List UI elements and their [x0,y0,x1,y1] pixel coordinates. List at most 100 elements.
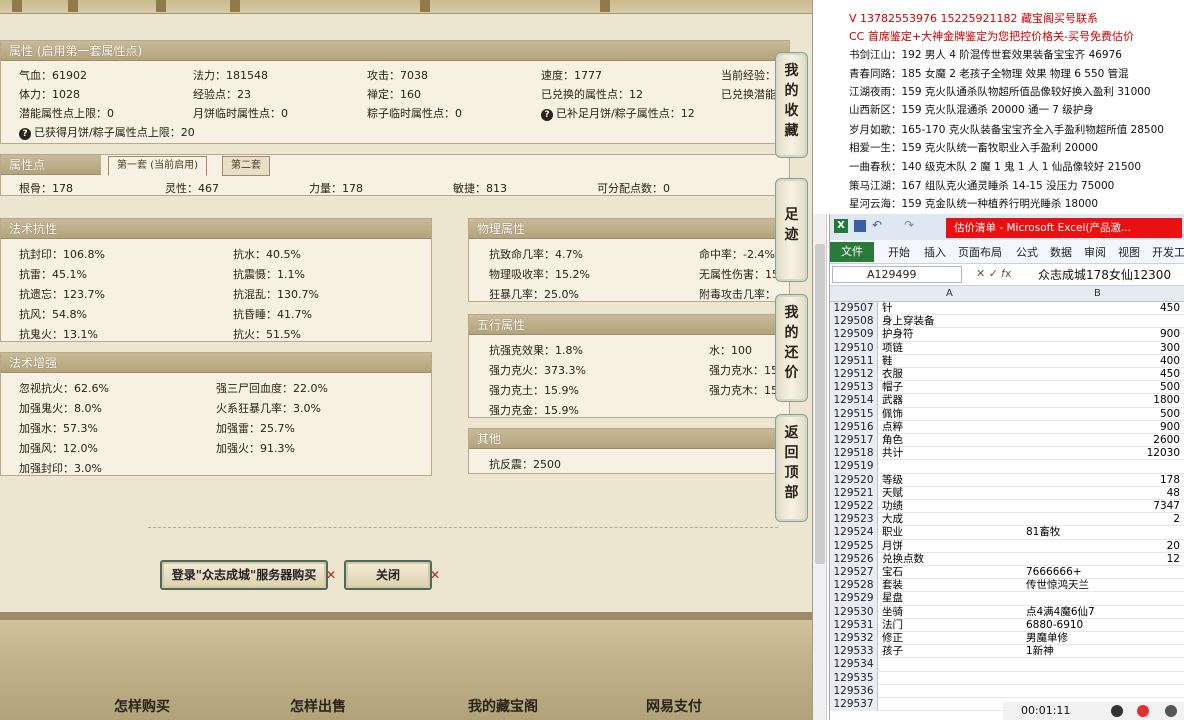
sheet-row[interactable]: 129515 佩饰 500 [830,407,1184,421]
ribbon-tab[interactable]: 视图 [1118,244,1140,260]
cell-a[interactable]: 项链 [882,342,903,355]
sheet-row[interactable]: 129520 等级 178 [830,473,1184,487]
cell-a[interactable]: 修正 [882,632,903,645]
row-number[interactable]: 129516 [830,420,878,434]
record-icon[interactable] [1137,705,1149,717]
row-number[interactable]: 129519 [830,460,878,474]
cell-a[interactable]: 帽子 [882,381,903,394]
sheet-row[interactable]: 129533 孩子 1新神 [830,645,1184,659]
row-number[interactable]: 129528 [830,579,878,593]
tab-first-set[interactable]: 第一套 (当前启用) [108,156,207,176]
row-number[interactable]: 129535 [830,671,878,685]
sheet-row[interactable]: 129535 [830,671,1184,685]
sheet-row[interactable]: 129531 法门 6880-6910 [830,618,1184,632]
ribbon-tab[interactable]: 开始 [888,244,910,260]
sheet-row[interactable]: 129514 武器 1800 [830,394,1184,408]
fx-icon[interactable]: ✕ ✓ 𝑓x [976,267,1011,281]
login-buy-button[interactable]: 登录"众志成城"服务器购买 ✕ [160,560,336,590]
cell-b[interactable]: 450 [1026,368,1180,381]
redo-icon[interactable]: ↷ [904,218,914,232]
sheet-row[interactable]: 129521 天赋 48 [830,486,1184,500]
cell-a[interactable]: 套装 [882,579,903,592]
row-number[interactable]: 129525 [830,539,878,553]
cell-a[interactable]: 宝石 [882,566,903,579]
cell-b[interactable]: 12030 [1026,447,1180,460]
cell-a[interactable]: 职业 [882,526,903,539]
nav-footprints[interactable]: 足迹 [775,178,808,282]
save-icon[interactable] [854,220,866,232]
cell-b[interactable]: 178 [1026,474,1180,487]
row-number[interactable]: 129526 [830,552,878,566]
sheet-row[interactable]: 129532 修正 男魔单修 [830,632,1184,646]
cell-a[interactable]: 点粹 [882,421,903,434]
cell-b[interactable]: 12 [1026,553,1180,566]
cell-b[interactable]: 1新神 [1026,645,1180,658]
row-number[interactable]: 129534 [830,658,878,672]
cell-a[interactable]: 坐骑 [882,606,903,619]
cell-b[interactable]: 男魔单修 [1026,632,1180,645]
row-number[interactable]: 129521 [830,486,878,500]
cell-b[interactable]: 900 [1026,328,1180,341]
cell-b[interactable]: 400 [1026,355,1180,368]
ribbon-tab[interactable]: 数据 [1050,244,1072,260]
cell-a[interactable]: 等级 [882,474,903,487]
cell-a[interactable]: 衣服 [882,368,903,381]
cell-a[interactable]: 功绩 [882,500,903,513]
column-header-a[interactable]: A [946,288,953,299]
row-number[interactable]: 129523 [830,513,878,527]
cell-b[interactable]: 传世惊鸿天兰 [1026,579,1180,592]
vertical-scrollbar[interactable] [813,214,827,720]
row-number[interactable]: 129533 [830,645,878,659]
sheet-row[interactable]: 129511 鞋 400 [830,354,1184,368]
cell-b[interactable]: 2600 [1026,434,1180,447]
sheet-row[interactable]: 129507 针 450 [830,302,1184,316]
cell-a[interactable]: 星盘 [882,592,903,605]
cell-b[interactable]: 7666666+ [1026,566,1180,579]
formula-input[interactable]: 众志成城178女仙12300 [1038,266,1171,283]
sheet-row[interactable]: 129527 宝石 7666666+ [830,566,1184,580]
row-number[interactable]: 129537 [830,698,878,711]
row-number[interactable]: 129527 [830,566,878,579]
row-number[interactable]: 129511 [830,354,878,368]
nav-my-counter-offers[interactable]: 我的还价 [775,294,808,402]
ribbon-tab[interactable]: 页面布局 [958,244,1002,260]
cell-a[interactable]: 护身符 [882,328,914,341]
sheet-row[interactable]: 129529 星盘 [830,592,1184,606]
cell-b[interactable]: 500 [1026,381,1180,394]
row-number[interactable]: 129510 [830,341,878,355]
cell-b[interactable]: 1800 [1026,394,1180,407]
camera-icon[interactable] [1165,705,1177,717]
row-number[interactable]: 129532 [830,632,878,645]
cell-b[interactable]: 900 [1026,421,1180,434]
sheet-row[interactable]: 129519 [830,460,1184,474]
undo-icon[interactable]: ↶ [872,218,882,232]
cell-a[interactable]: 武器 [882,394,903,407]
row-number[interactable]: 129518 [830,447,878,461]
cell-a[interactable]: 共计 [882,447,903,460]
cell-b[interactable]: 500 [1026,408,1180,421]
sheet-row[interactable]: 129525 月饼 20 [830,539,1184,553]
close-button[interactable]: 关闭 ✕ [344,560,440,590]
row-number[interactable]: 129517 [830,434,878,447]
pause-icon[interactable] [1111,705,1123,717]
cell-b[interactable]: 450 [1026,302,1180,315]
sheet-row[interactable]: 129509 护身符 900 [830,328,1184,342]
row-number[interactable]: 129515 [830,407,878,421]
footer-link-netease-pay[interactable]: 网易支付 [646,696,702,716]
sheet-row[interactable]: 129508 身上穿装备 [830,315,1184,329]
ribbon-tab[interactable]: 开发工 [1152,244,1184,260]
scrollbar-thumb[interactable] [815,244,825,564]
question-icon[interactable]: ? [19,128,31,140]
cell-b[interactable]: 7347 [1026,500,1180,513]
sheet-row[interactable]: 129522 功绩 7347 [830,500,1184,514]
ribbon-tab[interactable]: 审阅 [1084,244,1106,260]
row-number[interactable]: 129509 [830,328,878,342]
footer-link-my-treasure[interactable]: 我的藏宝阁 [468,696,538,716]
sheet-row[interactable]: 129524 职业 81畜牧 [830,526,1184,540]
row-number[interactable]: 129522 [830,500,878,513]
tab-second-set[interactable]: 第二套 [222,156,270,176]
sheet-row[interactable]: 129523 大成 2 [830,513,1184,527]
name-box[interactable]: A129499 [832,266,962,283]
sheet-row[interactable]: 129512 衣服 450 [830,368,1184,382]
cell-a[interactable]: 法门 [882,619,903,632]
